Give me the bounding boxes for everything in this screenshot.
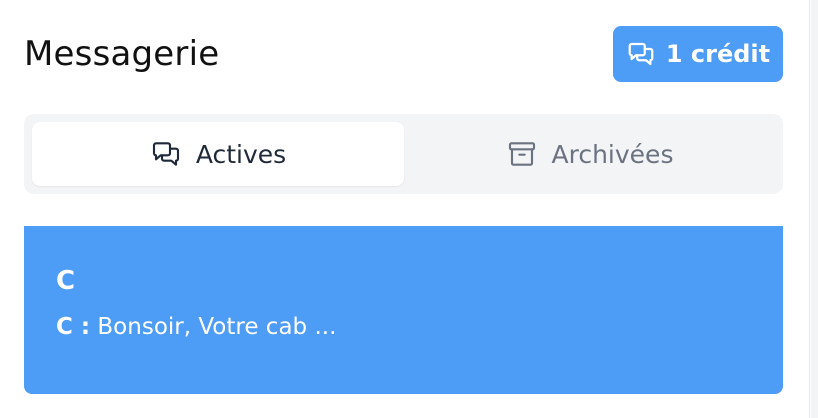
chat-bubbles-icon [626,39,656,69]
tab-label: Actives [195,139,287,169]
credits-button[interactable]: 1 crédit [613,26,783,82]
message-sender: C : [56,314,91,340]
tab-label: Archivées [551,139,674,169]
page-title: Messagerie [24,34,220,74]
tab-archivees[interactable]: Archivées [404,122,775,186]
tab-actives[interactable]: Actives [32,122,404,186]
conversation-item[interactable]: C C : Bonsoir, Votre cab ... [24,226,783,394]
conversation-tabs: Actives Archivées [24,114,783,194]
chat-bubbles-icon [150,138,182,170]
window-edge [811,0,818,418]
archive-box-icon [506,138,538,170]
conversation-preview: C : Bonsoir, Votre cab ... [56,314,336,340]
messaging-header: Messagerie 1 crédit [24,26,783,82]
credits-label: 1 crédit [665,40,771,68]
conversation-name: C [56,266,76,296]
message-excerpt: Bonsoir, Votre cab ... [97,314,337,340]
messaging-panel: Messagerie 1 crédit Actives Archivées C … [0,0,810,418]
